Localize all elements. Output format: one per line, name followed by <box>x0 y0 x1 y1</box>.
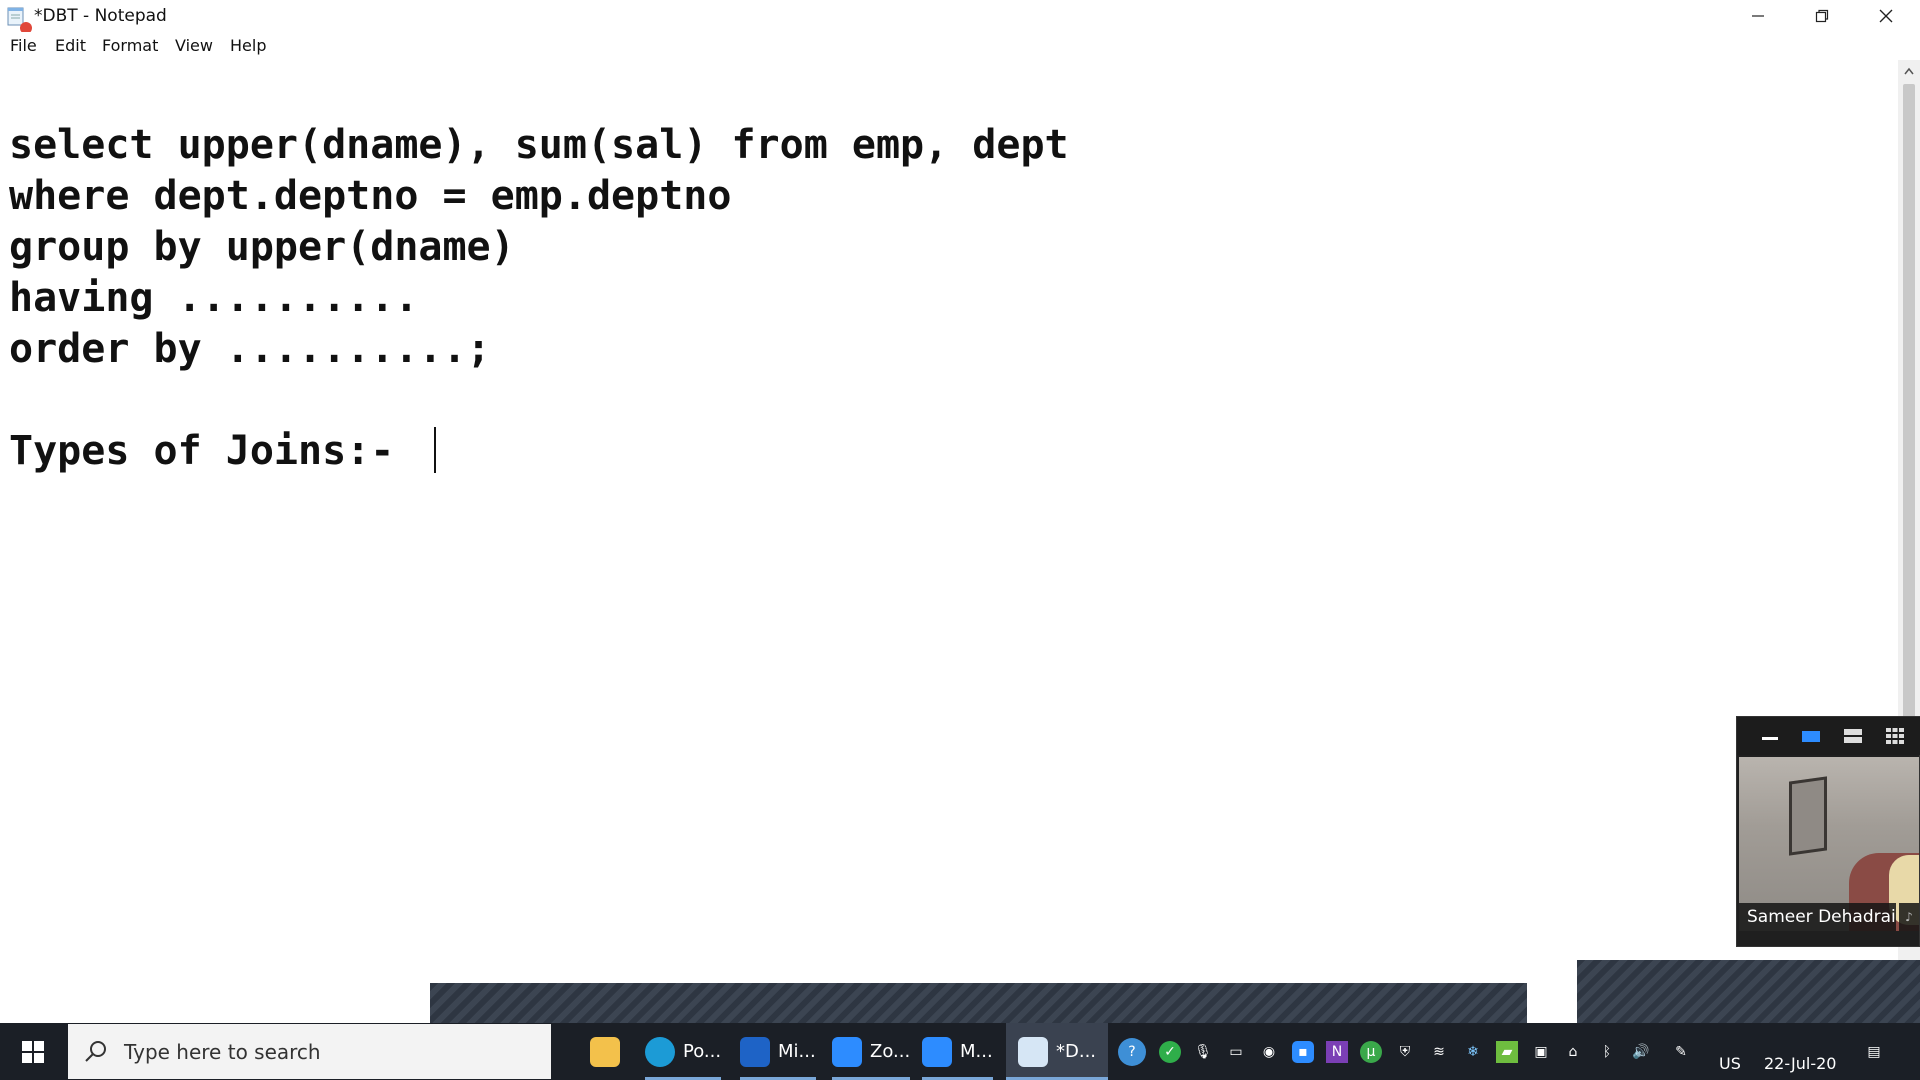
editor-line: group by upper(dname) <box>9 224 515 270</box>
menu-edit[interactable]: Edit <box>55 36 86 55</box>
shield-icon[interactable]: ⛨ <box>1394 1041 1416 1063</box>
menu-view[interactable]: View <box>175 36 213 55</box>
menu-file[interactable]: File <box>10 36 37 55</box>
zoom-grid-view-button[interactable] <box>1882 726 1908 746</box>
whiteboard-icon <box>740 1036 770 1067</box>
zoom-stack-view-button[interactable] <box>1840 726 1866 746</box>
stack-view-icon <box>1844 729 1862 743</box>
screen-share-overlay <box>1577 960 1920 1023</box>
taskbar-app-file-explorer[interactable] <box>590 1023 628 1080</box>
taskbar-app-zoom[interactable]: Zo... <box>832 1023 911 1080</box>
notifications-icon[interactable]: ▤ <box>1863 1041 1885 1063</box>
grid-view-icon <box>1886 728 1904 744</box>
start-button[interactable] <box>0 1023 66 1080</box>
close-button[interactable] <box>1854 0 1918 32</box>
taskbar-app-label: Zo... <box>870 1041 911 1062</box>
battery-icon[interactable]: ▭ <box>1225 1041 1247 1063</box>
zoom-single-view-button[interactable] <box>1798 726 1824 746</box>
minimize-icon <box>1762 737 1778 740</box>
zoom-minimize-button[interactable] <box>1757 726 1783 746</box>
menu-help[interactable]: Help <box>230 36 266 55</box>
taskbar-app-label: Po... <box>683 1041 722 1062</box>
language-indicator[interactable]: US <box>1719 1054 1741 1073</box>
nvidia-icon[interactable]: ▰ <box>1496 1041 1518 1063</box>
title-bar: *DBT - Notepad <box>0 0 1920 34</box>
steam-icon[interactable]: ◉ <box>1258 1041 1280 1063</box>
editor-line: order by ..........; <box>9 326 491 372</box>
scroll-up-button[interactable] <box>1898 64 1920 78</box>
menu-bar: File Edit Format View Help <box>0 32 1920 61</box>
single-view-icon <box>1802 731 1820 742</box>
close-icon <box>1879 9 1893 23</box>
taskbar-app-edge[interactable]: Po... <box>645 1023 722 1080</box>
editor-line: select upper(dname), sum(sal) from emp, … <box>9 122 1069 168</box>
participant-video: Sameer Dehadrai ♪ <box>1739 757 1919 931</box>
zoom-meeting-icon <box>922 1036 952 1067</box>
volume-icon[interactable]: 🔊 <box>1630 1041 1652 1063</box>
zoom-tray-icon[interactable]: ▪ <box>1292 1041 1314 1063</box>
restore-icon <box>1815 9 1829 23</box>
chevron-up-icon <box>1904 67 1914 75</box>
help-icon[interactable]: ? <box>1118 1038 1146 1066</box>
snowflake-icon[interactable]: ❄ <box>1462 1041 1484 1063</box>
text-caret <box>434 427 436 473</box>
pen-icon[interactable]: ✎ <box>1670 1041 1692 1063</box>
search-placeholder: Type here to search <box>124 1040 321 1064</box>
notepad-icon <box>1018 1036 1048 1067</box>
minimize-button[interactable] <box>1726 0 1790 32</box>
zoom-view-controls <box>1737 717 1920 755</box>
screen-share-overlay <box>430 983 1527 1023</box>
window-title: *DBT - Notepad <box>34 6 167 26</box>
zoom-video-panel[interactable]: Sameer Dehadrai ♪ <box>1736 716 1920 947</box>
minimize-icon <box>1752 15 1764 17</box>
taskbar-app-zoom-meeting[interactable]: M... <box>922 1023 993 1080</box>
participant-name: Sameer Dehadrai <box>1739 903 1896 931</box>
menu-format[interactable]: Format <box>102 36 158 55</box>
tray-date[interactable]: 22-Jul-20 <box>1764 1054 1836 1073</box>
zoom-icon <box>832 1036 862 1067</box>
editor-line: Types of Joins:- <box>9 428 395 474</box>
taskbar-app-label: M... <box>960 1041 993 1062</box>
restore-button[interactable] <box>1790 0 1854 32</box>
taskbar-app-whiteboard[interactable]: Mi... <box>740 1023 816 1080</box>
taskbar-app-label: Mi... <box>778 1041 816 1062</box>
muted-icon: ♪ <box>1899 903 1919 931</box>
wall-frame <box>1789 776 1827 856</box>
editor-line: where dept.deptno = emp.deptno <box>9 173 732 219</box>
torrent-icon[interactable]: μ <box>1360 1041 1382 1063</box>
taskbar-search[interactable]: Type here to search <box>68 1024 551 1079</box>
edge-icon <box>645 1036 675 1067</box>
network-icon[interactable]: ⌂ <box>1562 1041 1584 1063</box>
text-editor[interactable]: select upper(dname), sum(sal) from emp, … <box>0 60 1898 1023</box>
search-icon <box>85 1041 106 1062</box>
taskbar-app-label: *D... <box>1056 1041 1097 1062</box>
device-icon[interactable]: ▣ <box>1530 1041 1552 1063</box>
security-check-icon[interactable]: ✓ <box>1159 1041 1181 1063</box>
editor-content[interactable]: select upper(dname), sum(sal) from emp, … <box>9 120 1069 477</box>
wifi-icon[interactable]: ≋ <box>1428 1041 1450 1063</box>
microphone-icon[interactable]: 🎙 <box>1192 1041 1214 1063</box>
editor-line: having .......... <box>9 275 419 321</box>
file-explorer-icon <box>590 1036 620 1067</box>
taskbar-app-notepad[interactable]: *D... <box>1006 1023 1109 1080</box>
scrollbar-thumb[interactable] <box>1903 84 1915 744</box>
onenote-icon[interactable]: N <box>1326 1041 1348 1063</box>
windows-logo-icon <box>22 1040 44 1063</box>
taskbar: Type here to search Po... Mi... Zo... M.… <box>0 1023 1920 1080</box>
bluetooth-icon[interactable]: ᛒ <box>1596 1041 1618 1063</box>
